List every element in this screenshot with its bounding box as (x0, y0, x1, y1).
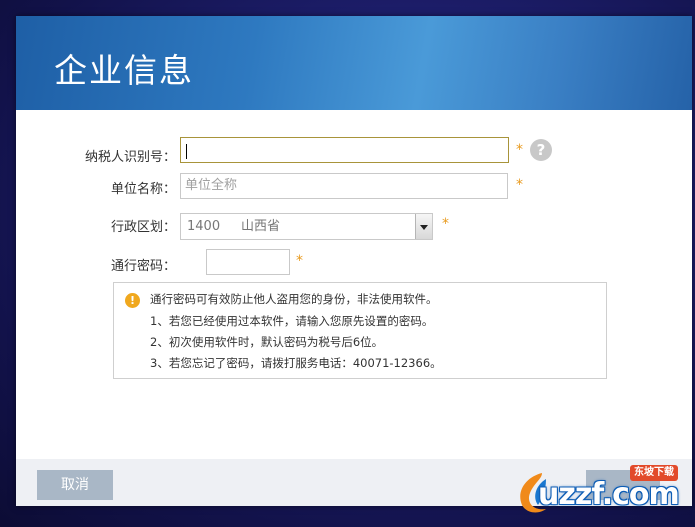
cancel-button[interactable]: 取消 (37, 470, 113, 500)
pass-code-required-mark: * (296, 253, 303, 269)
unit-name-input[interactable]: 单位全称 (180, 173, 508, 199)
unit-name-label: 单位名称： (110, 182, 176, 197)
taxpayer-id-required-mark: * (516, 142, 523, 158)
help-icon[interactable]: ? (530, 139, 552, 161)
taxpayer-id-label: 纳税人识别号： (84, 150, 176, 165)
warning-icon: ! (125, 293, 140, 308)
region-code: 1400 (187, 219, 221, 234)
dialog-header: 企业信息 (16, 16, 692, 110)
site-watermark: uzzf.com 东坡下载 (512, 463, 692, 521)
region-select[interactable]: 1400 山西省 (180, 213, 433, 240)
watermark-text: uzzf.com (538, 477, 680, 512)
info-line-1: 1、若您已经使用过本软件，请输入您原先设置的密码。 (150, 314, 434, 328)
region-label: 行政区划： (110, 220, 176, 235)
info-line-intro: 通行密码可有效防止他人盗用您的身份，非法使用软件。 (150, 292, 438, 306)
taxpayer-id-input[interactable] (180, 137, 509, 163)
enterprise-info-dialog: 企业信息 纳税人识别号： * ? 单位名称： 单位全称 * 行政区划： 1400… (16, 16, 692, 506)
pass-code-input[interactable] (206, 249, 290, 275)
info-line-3: 3、若您忘记了密码，请拨打服务电话：40071-12366。 (150, 356, 442, 370)
chevron-down-icon (420, 225, 428, 230)
info-line-2: 2、初次使用软件时，默认密码为税号后6位。 (150, 335, 384, 349)
dialog-title: 企业信息 (54, 51, 194, 90)
region-required-mark: * (442, 216, 449, 232)
dropdown-button[interactable] (415, 214, 432, 239)
watermark-badge: 东坡下载 (630, 465, 678, 481)
unit-name-required-mark: * (516, 177, 523, 193)
region-name: 山西省 (241, 219, 281, 234)
password-info-box: ! 通行密码可有效防止他人盗用您的身份，非法使用软件。 1、若您已经使用过本软件… (113, 282, 607, 379)
pass-code-label: 通行密码： (110, 259, 176, 274)
text-caret (186, 144, 187, 159)
